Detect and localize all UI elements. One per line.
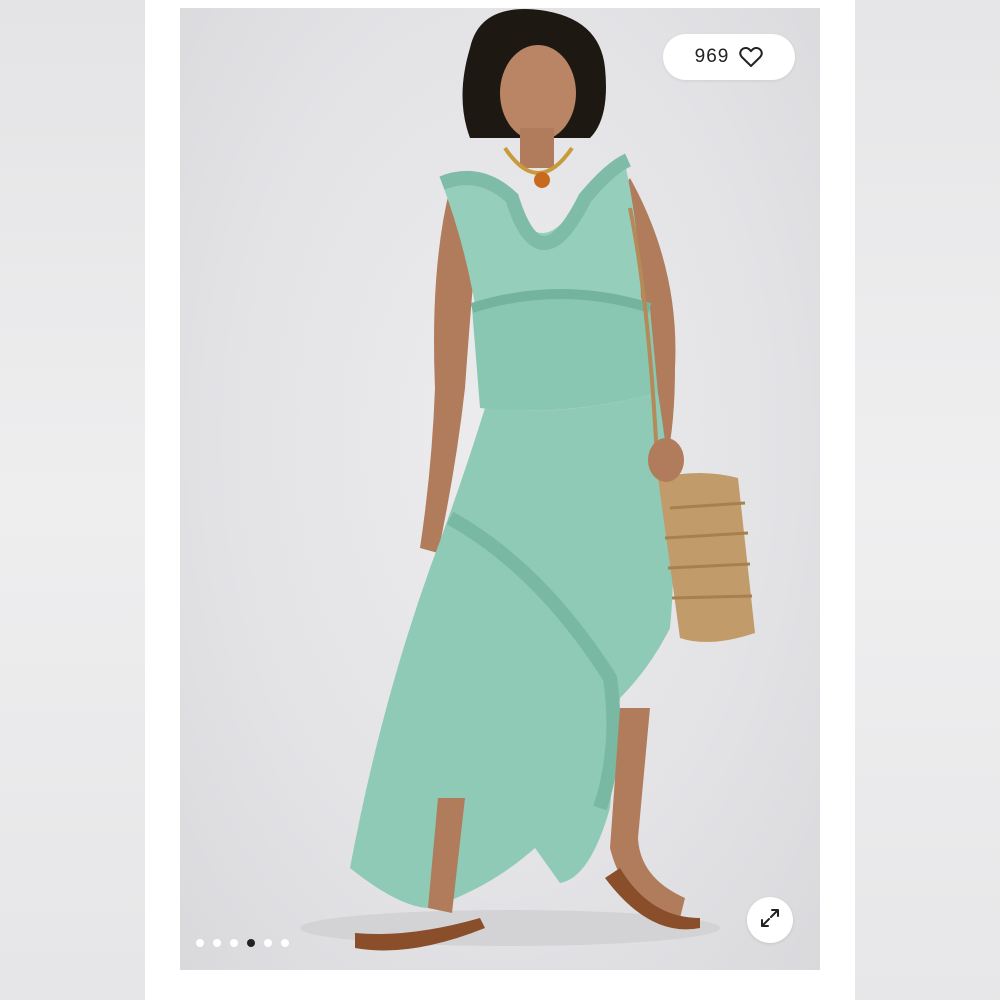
expand-arrows-icon	[758, 906, 782, 935]
carousel-dot[interactable]	[230, 939, 238, 947]
carousel-dot[interactable]	[196, 939, 204, 947]
carousel-dot[interactable]	[213, 939, 221, 947]
model-illustration	[300, 9, 755, 951]
carousel-indicators	[196, 939, 289, 947]
blurred-background-left	[0, 0, 145, 1000]
carousel-dot[interactable]	[281, 939, 289, 947]
product-photo[interactable]	[180, 8, 820, 970]
likes-button[interactable]: 969	[663, 34, 795, 80]
carousel-dot[interactable]	[264, 939, 272, 947]
expand-image-button[interactable]	[747, 897, 793, 943]
heart-outline-icon	[739, 46, 764, 68]
carousel-dot[interactable]	[247, 939, 255, 947]
blurred-background-right	[855, 0, 1000, 1000]
likes-count: 969	[694, 46, 730, 67]
